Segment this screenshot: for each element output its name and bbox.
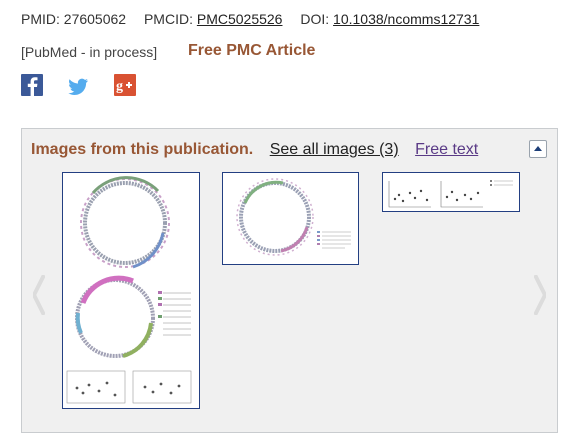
article-ids: PMID: 27605062 PMCID: PMC5025526 DOI: 10… — [21, 11, 479, 27]
free-text-link[interactable]: Free text — [415, 141, 478, 158]
doi-label: DOI: — [300, 11, 330, 27]
pmcid-label: PMCID: — [143, 11, 193, 27]
publication-status: [PubMed - in process] — [21, 44, 158, 60]
figure-3-image — [383, 173, 519, 211]
figure-1-thumbnail[interactable] — [62, 172, 200, 409]
figure-2-image — [223, 173, 358, 264]
carousel-prev-arrow-icon[interactable] — [33, 275, 45, 315]
images-panel-header: Images from this publication. See all im… — [31, 141, 478, 159]
svg-text:g: g — [116, 79, 123, 94]
figure-2-thumbnail[interactable] — [222, 172, 359, 265]
figure-1-image — [63, 173, 199, 408]
images-panel: Images from this publication. See all im… — [21, 128, 558, 433]
collapse-panel-button[interactable] — [529, 140, 547, 158]
see-all-images-link[interactable]: See all images (3) — [270, 141, 399, 158]
doi-link[interactable]: 10.1038/ncomms12731 — [333, 11, 479, 27]
pmid-text: PMID: 27605062 — [21, 11, 127, 27]
google-plus-icon[interactable]: g — [114, 74, 136, 96]
chevron-up-icon — [534, 146, 542, 151]
images-panel-title: Images from this publication. — [31, 141, 254, 158]
carousel-next-arrow-icon[interactable] — [534, 275, 546, 315]
free-pmc-article-link[interactable]: Free PMC Article — [188, 42, 315, 60]
pmcid-link[interactable]: PMC5025526 — [197, 11, 283, 27]
facebook-icon[interactable] — [21, 74, 43, 96]
figure-3-thumbnail[interactable] — [382, 172, 520, 212]
twitter-icon[interactable] — [67, 76, 89, 98]
